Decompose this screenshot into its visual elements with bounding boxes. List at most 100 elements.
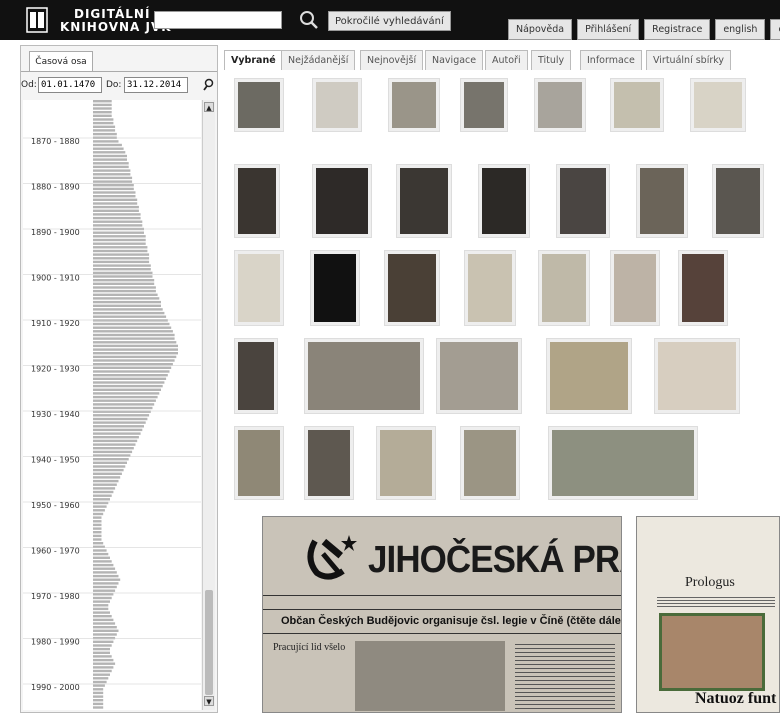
timeline-bar[interactable] bbox=[93, 344, 178, 348]
timeline-bar[interactable] bbox=[93, 644, 112, 647]
timeline-bar[interactable] bbox=[93, 293, 158, 296]
decade-label[interactable]: 1930 - 1940 bbox=[31, 410, 80, 419]
timeline-bar[interactable] bbox=[93, 465, 126, 468]
timeline-bar[interactable] bbox=[93, 629, 119, 632]
timeline-bar[interactable] bbox=[93, 264, 151, 267]
timeline-bar[interactable] bbox=[93, 425, 144, 428]
timeline-bar[interactable] bbox=[93, 107, 112, 110]
decade-label[interactable]: 1970 - 1980 bbox=[31, 592, 80, 601]
document-thumbnail[interactable] bbox=[234, 78, 284, 132]
timeline-bar[interactable] bbox=[93, 257, 150, 260]
document-thumbnail[interactable] bbox=[534, 78, 586, 132]
timeline-bar[interactable] bbox=[93, 151, 126, 154]
document-thumbnail[interactable] bbox=[388, 78, 440, 132]
document-thumbnail[interactable] bbox=[478, 164, 530, 238]
timeline-bar[interactable] bbox=[93, 403, 155, 406]
timeline-bar[interactable] bbox=[93, 702, 104, 706]
timeline-bar[interactable] bbox=[93, 399, 156, 402]
timeline-bar[interactable] bbox=[93, 205, 139, 209]
timeline-bar[interactable] bbox=[93, 578, 121, 581]
register-button[interactable]: Registrace bbox=[644, 19, 711, 40]
timeline-bar[interactable] bbox=[93, 450, 133, 454]
decade-label[interactable]: 1960 - 1970 bbox=[31, 547, 80, 556]
timeline-bar[interactable] bbox=[93, 636, 116, 640]
scroll-thumb[interactable] bbox=[205, 590, 213, 695]
timeline-bar[interactable] bbox=[93, 169, 131, 172]
timeline-bar[interactable] bbox=[93, 370, 170, 373]
timeline-bar[interactable] bbox=[93, 114, 112, 117]
timeline-bar[interactable] bbox=[93, 125, 116, 128]
timeline-bar[interactable] bbox=[93, 626, 117, 629]
timeline-bar[interactable] bbox=[93, 111, 112, 114]
timeline-bar[interactable] bbox=[93, 516, 102, 519]
preview-manuscript[interactable]: Prologus Natuoz funt m bbox=[636, 516, 780, 713]
tab-virtual-collections[interactable]: Virtuální sbírky bbox=[646, 50, 732, 70]
timeline-bar[interactable] bbox=[93, 154, 127, 158]
decade-label[interactable]: 1870 - 1880 bbox=[31, 137, 80, 146]
timeline-bar[interactable] bbox=[93, 691, 104, 695]
timeline-bar[interactable] bbox=[93, 140, 119, 143]
timeline-bar[interactable] bbox=[93, 238, 146, 242]
timeline-bar[interactable] bbox=[93, 527, 102, 530]
document-thumbnail[interactable] bbox=[556, 164, 610, 238]
timeline-bar[interactable] bbox=[93, 669, 112, 673]
timeline-bar[interactable] bbox=[93, 246, 148, 249]
library-logo-icon[interactable] bbox=[26, 7, 48, 33]
timeline-bar[interactable] bbox=[93, 392, 160, 395]
timeline-bar[interactable] bbox=[93, 326, 172, 329]
timeline-bar[interactable] bbox=[93, 198, 138, 201]
login-button[interactable]: Přihlášení bbox=[577, 19, 640, 40]
timeline-bar[interactable] bbox=[93, 132, 117, 136]
document-thumbnail[interactable] bbox=[312, 164, 372, 238]
document-thumbnail[interactable] bbox=[460, 78, 508, 132]
document-thumbnail[interactable] bbox=[690, 78, 746, 132]
timeline-bar[interactable] bbox=[93, 417, 148, 421]
timeline-bar[interactable] bbox=[93, 604, 109, 607]
timeline-bar[interactable] bbox=[93, 271, 153, 275]
timeline-bar[interactable] bbox=[93, 224, 143, 227]
timeline-bar[interactable] bbox=[93, 494, 112, 497]
document-thumbnail[interactable] bbox=[610, 250, 660, 326]
timeline-bar[interactable] bbox=[93, 589, 116, 592]
document-thumbnail[interactable] bbox=[234, 164, 280, 238]
timeline-bar[interactable] bbox=[93, 103, 112, 107]
tab-information[interactable]: Informace bbox=[580, 50, 642, 70]
timeline-bar[interactable] bbox=[93, 680, 107, 684]
timeline-bar[interactable] bbox=[93, 688, 104, 691]
timeline-bar[interactable] bbox=[93, 388, 161, 391]
english-button[interactable]: english bbox=[715, 19, 766, 40]
timeline-bar[interactable] bbox=[93, 220, 143, 223]
timeline-bar[interactable] bbox=[93, 549, 107, 552]
timeline-bar[interactable] bbox=[93, 341, 177, 344]
timeline-bar[interactable] bbox=[93, 476, 121, 479]
document-thumbnail[interactable] bbox=[610, 78, 664, 132]
decade-label[interactable]: 1890 - 1900 bbox=[31, 228, 80, 237]
timeline-bar[interactable] bbox=[93, 523, 102, 527]
timeline-bar[interactable] bbox=[93, 706, 104, 709]
timeline-bar[interactable] bbox=[93, 574, 119, 578]
timeline-bar[interactable] bbox=[93, 615, 112, 618]
to-date-input[interactable] bbox=[124, 77, 188, 93]
timeline-bar[interactable] bbox=[93, 658, 114, 662]
timeline-bar[interactable] bbox=[93, 618, 114, 622]
timeline-bar[interactable] bbox=[93, 282, 155, 285]
timeline-bar[interactable] bbox=[93, 563, 114, 567]
timeline-bar[interactable] bbox=[93, 512, 104, 516]
timeline-bar[interactable] bbox=[93, 136, 117, 139]
timeline-bar[interactable] bbox=[93, 556, 110, 559]
document-thumbnail[interactable] bbox=[464, 250, 516, 326]
document-thumbnail[interactable] bbox=[304, 426, 354, 500]
document-thumbnail[interactable] bbox=[234, 338, 278, 414]
timeline-chart[interactable]: 1870 - 1880 1880 - 1890 1890 - 1900 1900 - … bbox=[23, 100, 201, 710]
timeline-bar[interactable] bbox=[93, 647, 110, 651]
preview-newspaper[interactable]: JIHOČESKÁ PRAVDA Občan Českých Budějovic… bbox=[262, 516, 622, 713]
timeline-bar[interactable] bbox=[93, 640, 114, 643]
timeline-bar[interactable] bbox=[93, 677, 109, 680]
timeline-bar[interactable] bbox=[93, 286, 156, 289]
timeline-bar[interactable] bbox=[93, 490, 114, 494]
timeline-bar[interactable] bbox=[93, 607, 109, 611]
decade-label[interactable]: 1980 - 1990 bbox=[31, 638, 80, 647]
timeline-bar[interactable] bbox=[93, 483, 117, 486]
timeline-bar[interactable] bbox=[93, 498, 110, 501]
timeline-bar[interactable] bbox=[93, 560, 112, 563]
